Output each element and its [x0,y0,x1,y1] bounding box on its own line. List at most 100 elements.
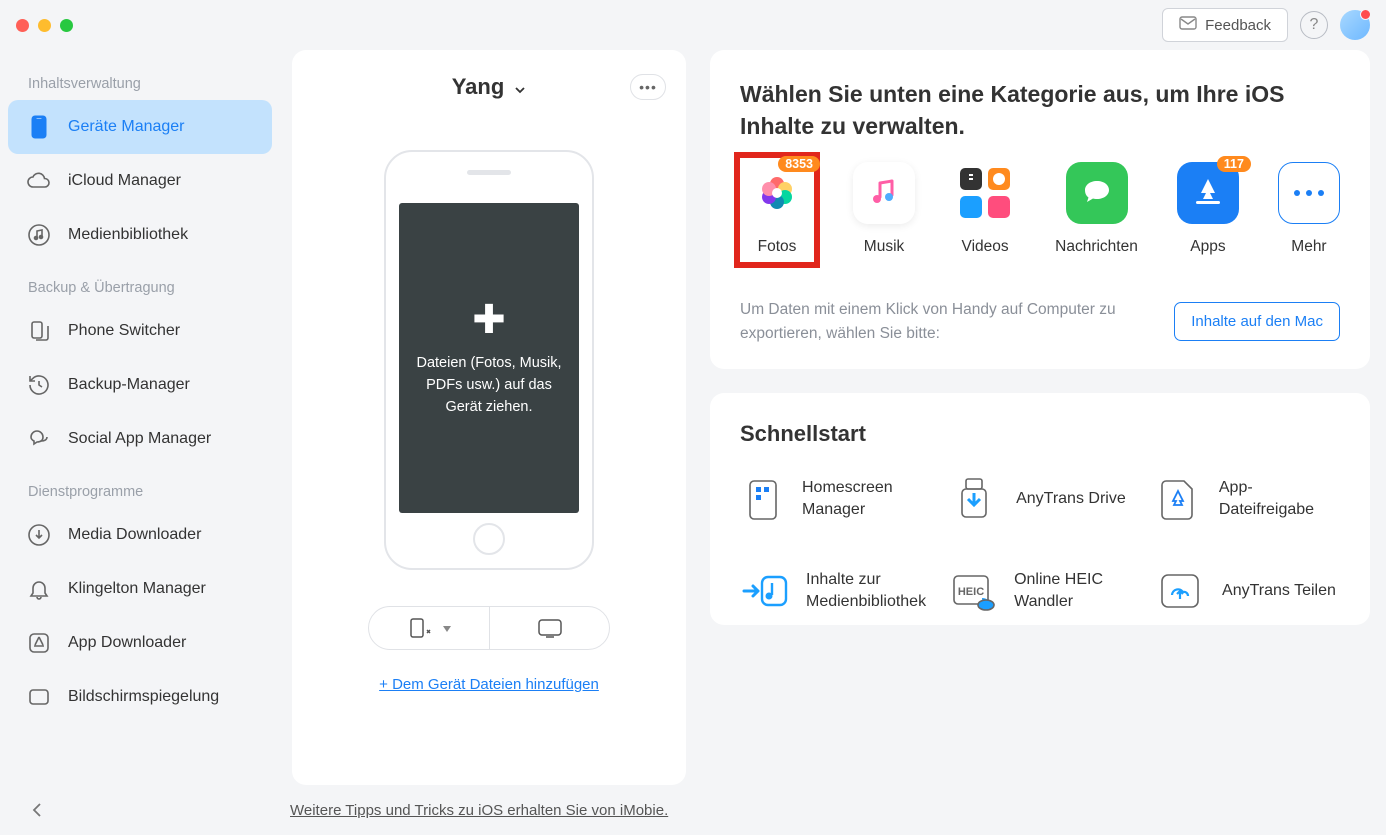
maximize-window[interactable] [60,19,73,32]
sidebar-item-label: Klingelton Manager [68,580,206,598]
cloud-icon [26,168,52,194]
sidebar-item-media-library[interactable]: Medienbibliothek [8,208,272,262]
feedback-button[interactable]: Feedback [1162,8,1288,42]
sidebar-item-label: Social App Manager [68,430,211,448]
badge: 117 [1217,156,1251,172]
chevron-down-icon [443,619,451,637]
sidebar-item-phone-switcher[interactable]: Phone Switcher [8,304,272,358]
sidebar-item-app-downloader[interactable]: App Downloader [8,616,272,670]
export-to-mac-button[interactable]: Inhalte auf den Mac [1174,302,1340,341]
sidebar-item-device-manager[interactable]: Geräte Manager [8,100,272,154]
export-instructions: Um Daten mit einem Klick von Handy auf C… [740,298,1150,345]
minimize-window[interactable] [38,19,51,32]
quickstart-homescreen-manager[interactable]: Homescreen Manager [740,473,928,525]
device-name: Yang [452,74,505,100]
sidebar-item-icloud-manager[interactable]: iCloud Manager [8,154,272,208]
history-icon [26,372,52,398]
avatar[interactable] [1340,10,1370,40]
device-panel: Yang ••• ✚ Dateien (Fotos, Musik, PDFs u… [292,50,686,785]
import-music-icon [740,565,790,617]
category-videos[interactable]: Videos [954,162,1016,262]
quickstart-heic-converter[interactable]: HEIC Online HEIC Wandler [948,565,1134,617]
quickstart-app-filesharing[interactable]: App-Dateifreigabe [1154,473,1340,525]
cloud-upload-icon [1154,565,1206,617]
sidebar-item-media-downloader[interactable]: Media Downloader [8,508,272,562]
category-title: Wählen Sie unten eine Kategorie aus, um … [740,78,1340,142]
category-label: Apps [1190,238,1225,256]
cut-to-device-button[interactable] [369,607,489,649]
plus-icon: ✚ [472,297,506,343]
sidebar: Inhaltsverwaltung Geräte Manager iCloud … [0,50,280,785]
appstore-icon [26,630,52,656]
sidebar-group-utilities: Dienstprogramme [8,466,272,508]
more-icon [1278,162,1340,224]
sidebar-item-screen-mirroring[interactable]: Bildschirmspiegelung [8,670,272,724]
device-selector[interactable]: Yang [452,74,527,100]
category-nachrichten[interactable]: Nachrichten [1055,162,1138,262]
sidebar-item-ringtone-manager[interactable]: Klingelton Manager [8,562,272,616]
phone-icon [26,114,52,140]
quickstart-label: Inhalte zur Medienbibliothek [806,569,928,612]
device-actions [368,606,610,650]
category-label: Mehr [1291,238,1326,256]
category-panel: Wählen Sie unten eine Kategorie aus, um … [710,50,1370,369]
category-label: Fotos [758,238,797,256]
main-area: Yang ••• ✚ Dateien (Fotos, Musik, PDFs u… [280,50,1386,785]
feedback-label: Feedback [1205,17,1271,34]
device-more-button[interactable]: ••• [630,74,666,100]
bell-icon [26,576,52,602]
category-mehr[interactable]: Mehr [1278,162,1340,262]
close-window[interactable] [16,19,29,32]
quickstart-label: AnyTrans Teilen [1222,580,1336,602]
switcher-icon [26,318,52,344]
sidebar-item-label: iCloud Manager [68,172,181,190]
music-icon [26,222,52,248]
quickstart-anytrans-share[interactable]: AnyTrans Teilen [1154,565,1340,617]
sidebar-item-backup-manager[interactable]: Backup-Manager [8,358,272,412]
sidebar-item-label: Bildschirmspiegelung [68,688,219,706]
category-fotos[interactable]: 8353 Fotos [740,158,814,262]
sidebar-group-backup: Backup & Übertragung [8,262,272,304]
homescreen-icon [740,473,786,525]
cast-to-screen-button[interactable] [489,607,609,649]
titlebar: Feedback ? [0,0,1386,50]
window-controls [16,19,73,32]
sidebar-item-label: Backup-Manager [68,376,190,394]
screen-icon [26,684,52,710]
category-apps[interactable]: 117 Apps [1177,162,1239,262]
back-button[interactable] [24,797,50,823]
quickstart-panel: Schnellstart Homescreen Manager AnyTrans… [710,393,1370,625]
apps-icon: 117 [1177,162,1239,224]
quickstart-label: AnyTrans Drive [1016,488,1126,510]
category-label: Musik [864,238,904,256]
quickstart-label: Online HEIC Wandler [1014,569,1134,612]
chat-icon [26,426,52,452]
quickstart-to-media-library[interactable]: Inhalte zur Medienbibliothek [740,565,928,617]
messages-icon [1066,162,1128,224]
badge: 8353 [778,156,820,172]
sidebar-item-social-app-manager[interactable]: Social App Manager [8,412,272,466]
quickstart-label: App-Dateifreigabe [1219,477,1340,520]
help-button[interactable]: ? [1300,11,1328,39]
category-label: Nachrichten [1055,238,1138,256]
device-preview[interactable]: ✚ Dateien (Fotos, Musik, PDFs usw.) auf … [384,150,594,570]
mail-icon [1179,16,1197,34]
category-label: Videos [962,238,1009,256]
sidebar-item-label: Media Downloader [68,526,201,544]
photos-icon: 8353 [746,162,808,224]
quickstart-label: Homescreen Manager [802,477,928,520]
add-files-link[interactable]: + Dem Gerät Dateien hinzufügen [379,676,599,693]
quickstart-anytrans-drive[interactable]: AnyTrans Drive [948,473,1134,525]
footer: Weitere Tipps und Tricks zu iOS erhalten… [0,785,1386,835]
svg-text:HEIC: HEIC [958,586,984,598]
tips-link[interactable]: Weitere Tipps und Tricks zu iOS erhalten… [290,802,668,819]
category-musik[interactable]: Musik [853,162,915,262]
sidebar-item-label: Geräte Manager [68,118,185,136]
videos-icon [954,162,1016,224]
chevron-down-icon [514,74,526,100]
usb-drive-icon [948,473,1000,525]
sidebar-item-label: Phone Switcher [68,322,180,340]
sidebar-group-content: Inhaltsverwaltung [8,58,272,100]
drop-zone[interactable]: ✚ Dateien (Fotos, Musik, PDFs usw.) auf … [399,203,579,513]
sidebar-item-label: App Downloader [68,634,186,652]
